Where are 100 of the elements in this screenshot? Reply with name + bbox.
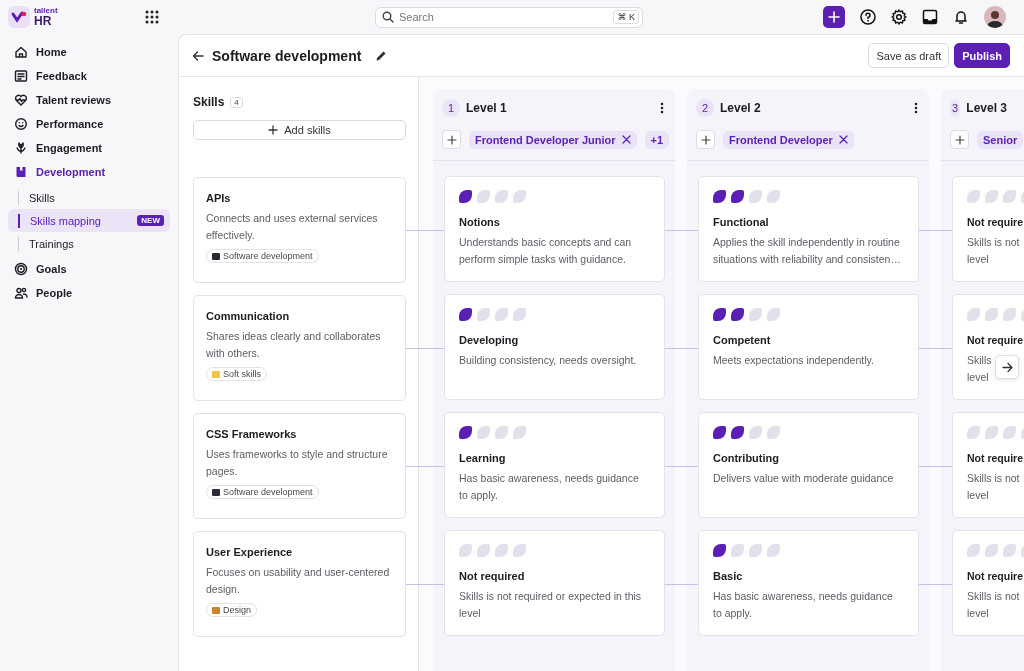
proficiency-description: Has basic awareness, needs guidance to apply.: [713, 589, 894, 621]
back-arrow-icon[interactable]: [192, 49, 204, 62]
proficiency-title: Functional: [713, 216, 770, 228]
edit-pencil-icon[interactable]: [375, 49, 388, 62]
notification-bell-icon[interactable]: [953, 9, 969, 25]
sidebar-item[interactable]: Development: [8, 160, 170, 184]
level-card[interactable]: Contributing Delivers value with moderate guidance: [698, 412, 919, 518]
settings-icon[interactable]: [891, 9, 907, 25]
page-title: Software development: [212, 47, 362, 64]
proficiency-description: Skills is not required or expected in this level: [459, 589, 643, 621]
sidebar-subitem[interactable]: Trainings: [8, 232, 170, 255]
leaf-icon: [967, 544, 980, 557]
more-vertical-icon[interactable]: [914, 102, 918, 114]
sidebar-item[interactable]: Feedback: [8, 64, 170, 88]
close-icon[interactable]: [621, 135, 631, 144]
leaf-icon: [731, 426, 744, 439]
inbox-icon[interactable]: [922, 9, 938, 25]
level-card[interactable]: Learning Has basic awareness, needs guidance to apply.: [444, 412, 665, 518]
proficiency-description: Skills is not level: [967, 235, 1020, 267]
leaf-icon: [749, 544, 762, 557]
publish-button[interactable]: Publish: [954, 43, 1010, 68]
skill-description: Shares ideas clearly and collaborates with others.: [206, 329, 382, 361]
sidebar-subitem[interactable]: Skills: [8, 186, 170, 209]
more-roles-chip[interactable]: +1: [644, 130, 670, 149]
tag-label: Software development: [223, 487, 313, 497]
add-button[interactable]: [823, 6, 845, 28]
level-card[interactable]: Basic Has basic awareness, needs guidance to apply.: [698, 530, 919, 636]
logo-icon: [8, 6, 30, 28]
apps-grid-icon[interactable]: [145, 10, 159, 24]
level-card[interactable]: Not require Skills level: [952, 294, 1024, 400]
role-chip[interactable]: Frontend Developer: [723, 130, 854, 149]
skill-description: Connects and uses external services effectively.: [206, 211, 379, 243]
skill-card[interactable]: APIs Connects and uses external services effectively. Software development: [193, 177, 406, 283]
skill-name: CSS Frameworks: [206, 428, 298, 440]
proficiency-title: Developing: [459, 334, 520, 346]
search-box[interactable]: Search ⌘ K: [375, 6, 643, 28]
section-title: Skills: [193, 95, 225, 109]
sidebar-item[interactable]: People: [8, 281, 170, 305]
skill-card[interactable]: User Experience Focuses on usability and user-centered design. Design: [193, 531, 406, 637]
search-field[interactable]: Search: [399, 11, 609, 23]
proficiency-title: Not require: [967, 216, 1024, 228]
leaf-icon: [477, 544, 490, 557]
leaf-icon: [967, 190, 980, 203]
leaf-icon: [477, 308, 490, 321]
nav-icon: [14, 45, 28, 59]
save-draft-button[interactable]: Save as draft: [868, 43, 950, 68]
leaf-icon: [749, 308, 762, 321]
proficiency-description: Skills is not level: [967, 589, 1020, 621]
leaf-icon: [731, 308, 744, 321]
role-chip[interactable]: Frontend Developer Junior: [469, 130, 637, 149]
nav-icon: [14, 117, 28, 131]
leaf-icon: [967, 308, 980, 321]
level-card[interactable]: Notions Understands basic concepts and can perform simple tasks with guidance.: [444, 176, 665, 282]
count-badge: 4: [230, 96, 243, 108]
proficiency-description: Meets expectations independently.: [713, 353, 875, 368]
skill-card[interactable]: Communication Shares ideas clearly and collaborates with others. Soft skills: [193, 295, 406, 401]
level-card[interactable]: Developing Building consistency, needs oversight.: [444, 294, 665, 400]
sidebar-item[interactable]: Home: [8, 40, 170, 64]
close-icon[interactable]: [838, 135, 848, 144]
sidebar-item[interactable]: Performance: [8, 112, 170, 136]
level-number: 3: [950, 99, 961, 117]
leaf-icon: [749, 426, 762, 439]
help-icon[interactable]: [860, 9, 876, 25]
plus-icon: [446, 134, 457, 145]
more-vertical-icon[interactable]: [660, 102, 664, 114]
sidebar-item[interactable]: Engagement: [8, 136, 170, 160]
search-icon: [382, 11, 394, 23]
add-role-button[interactable]: [696, 130, 715, 149]
leaf-icon: [513, 308, 526, 321]
tag-label: Design: [223, 605, 251, 615]
proficiency-title: Not required: [459, 570, 526, 582]
leaf-icon: [459, 190, 472, 203]
nav-icon: [14, 286, 28, 300]
avatar[interactable]: [984, 6, 1006, 28]
nav-icon: [14, 93, 28, 107]
level-card[interactable]: Not require Skills is not level: [952, 412, 1024, 518]
scroll-right-button[interactable]: [995, 355, 1019, 379]
leaf-icon: [767, 426, 780, 439]
add-skills-button[interactable]: Add skills: [193, 120, 406, 140]
sidebar-item[interactable]: Talent reviews: [8, 88, 170, 112]
level-card[interactable]: Functional Applies the skill independently in routine situations with reliability and consisten…: [698, 176, 919, 282]
level-card[interactable]: Competent Meets expectations independently.: [698, 294, 919, 400]
level-title: Level 1: [466, 101, 507, 115]
level-card[interactable]: Not required Skills is not required or expected in this level: [444, 530, 665, 636]
plus-icon: [268, 125, 279, 135]
leaf-icon: [495, 190, 508, 203]
leaf-icon: [495, 426, 508, 439]
skill-name: APIs: [206, 192, 232, 204]
leaf-icon: [985, 426, 998, 439]
sidebar-subitem[interactable]: Skills mapping NEW: [8, 209, 170, 232]
add-role-button[interactable]: [442, 130, 461, 149]
role-chip[interactable]: Senior: [977, 130, 1024, 149]
level-card[interactable]: Not require Skills is not level: [952, 530, 1024, 636]
level-card[interactable]: Not require Skills is not level: [952, 176, 1024, 282]
leaf-icon: [513, 190, 526, 203]
nav-icon: [14, 141, 28, 155]
sidebar-item[interactable]: Goals: [8, 257, 170, 281]
leaf-icon: [1003, 308, 1016, 321]
skill-card[interactable]: CSS Frameworks Uses frameworks to style and structure pages. Software development: [193, 413, 406, 519]
add-role-button[interactable]: [950, 130, 969, 149]
